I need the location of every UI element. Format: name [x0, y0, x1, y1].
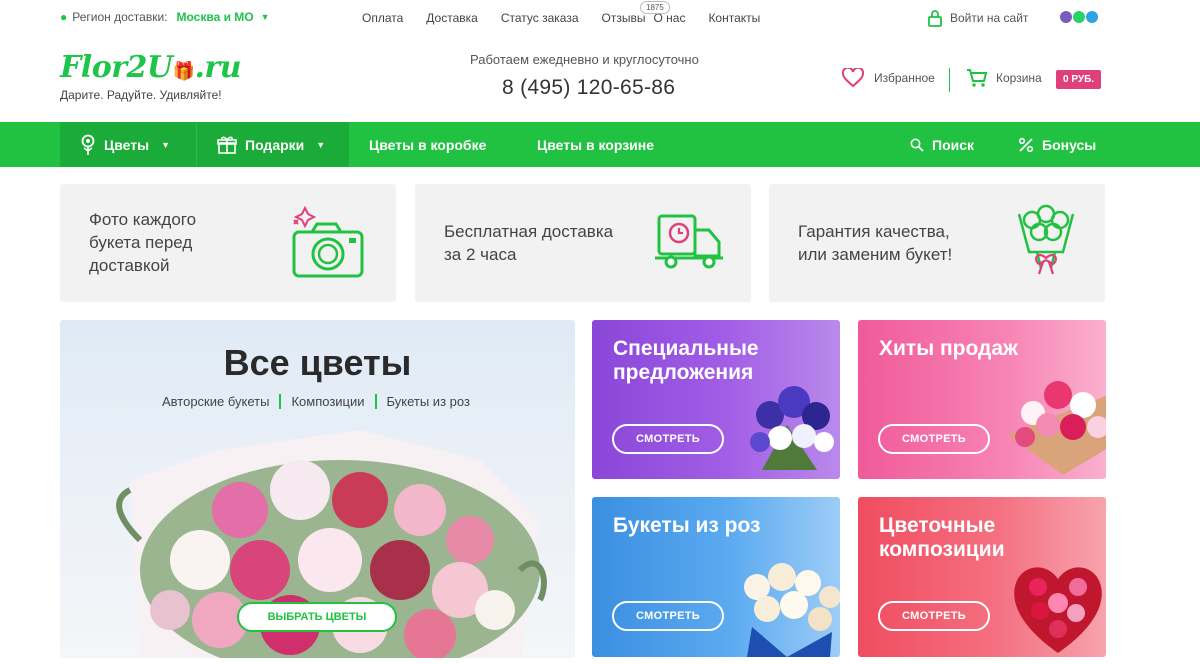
- feature-text: Фото каждого букета перед доставкой: [89, 210, 197, 275]
- logo-tld: .ru: [194, 50, 242, 85]
- heart-icon: [842, 68, 864, 88]
- login-link[interactable]: Войти на сайт: [928, 9, 1028, 27]
- hero-link-compositions[interactable]: Композиции: [279, 394, 374, 409]
- divider: [949, 68, 950, 92]
- banner-best-sellers[interactable]: Хиты продаж СМОТРЕТЬ: [858, 320, 1106, 479]
- gerbera-bouquet-image: [1008, 381, 1106, 475]
- promo-view-button[interactable]: СМОТРЕТЬ: [612, 424, 724, 454]
- top-link-delivery[interactable]: Доставка: [426, 11, 478, 25]
- logo-gift-icon: 🎁: [172, 61, 195, 82]
- nav-search[interactable]: Поиск: [910, 122, 974, 167]
- nav-flowers-in-box[interactable]: Цветы в коробке: [369, 122, 486, 167]
- logo-main: Flor2U: [60, 50, 173, 85]
- login-label: Войти на сайт: [950, 11, 1029, 25]
- chevron-down-icon: ▼: [316, 139, 326, 150]
- choose-flowers-button[interactable]: ВЫБРАТЬ ЦВЕТЫ: [237, 602, 397, 632]
- nav-flowers[interactable]: Цветы ▼: [60, 122, 196, 167]
- whatsapp-icon[interactable]: [1073, 11, 1085, 23]
- feature-free-delivery: Бесплатная доставка за 2 часа: [415, 184, 751, 302]
- telegram-icon[interactable]: [1086, 11, 1098, 23]
- worktime-text: Работаем ежедневно и круглосуточно: [470, 52, 699, 67]
- iris-bouquet-image: [750, 386, 834, 470]
- cart-total-badge[interactable]: 0 РУБ.: [1056, 70, 1102, 89]
- hero-sublinks: Авторские букеты Композиции Букеты из ро…: [152, 394, 480, 409]
- search-icon: [910, 138, 924, 152]
- percent-icon: [1018, 137, 1034, 152]
- nav-box-label: Цветы в коробке: [369, 136, 487, 153]
- phone-number[interactable]: 8 (495) 120-65-86: [502, 76, 675, 100]
- chevron-down-icon[interactable]: ▼: [261, 12, 270, 22]
- site-logo[interactable]: Flor2U🎁.ru: [60, 50, 242, 85]
- white-roses-image: [744, 563, 840, 657]
- hero-link-author-bouquets[interactable]: Авторские букеты: [152, 394, 279, 409]
- feature-text: Бесплатная доставка за 2 часа: [444, 222, 614, 264]
- chevron-down-icon: ▼: [161, 139, 170, 150]
- region-label: Регион доставки:: [72, 10, 168, 24]
- banner-special-offers[interactable]: Специальные предложения СМОТРЕТЬ: [592, 320, 840, 479]
- banner-flower-compositions[interactable]: Цветочные композиции СМОТРЕТЬ: [858, 497, 1106, 657]
- promo-title: Букеты из роз: [613, 514, 761, 537]
- hero-link-rose-bouquets[interactable]: Букеты из роз: [374, 394, 480, 409]
- cart-icon: [967, 69, 988, 87]
- tagline: Дарите. Радуйте. Удивляйте!: [60, 88, 222, 102]
- header: Flor2U🎁.ru Дарите. Радуйте. Удивляйте! Р…: [0, 40, 1200, 122]
- top-link-reviews[interactable]: Отзывы: [602, 11, 646, 25]
- promo-view-button[interactable]: СМОТРЕТЬ: [612, 601, 724, 631]
- reviews-count-badge: 1875: [640, 1, 670, 14]
- nav-bonuses[interactable]: Бонусы: [1018, 122, 1096, 167]
- feature-photo: Фото каждого букета перед доставкой: [60, 184, 396, 302]
- social-links: [1060, 11, 1098, 23]
- cart-label: Корзина: [996, 71, 1042, 85]
- region-selector[interactable]: ● Регион доставки: Москва и МО ▼: [60, 10, 270, 24]
- camera-icon: [292, 205, 364, 278]
- nav-flowers-in-basket[interactable]: Цветы в корзине: [537, 122, 654, 167]
- viber-icon[interactable]: [1060, 11, 1072, 23]
- favorites-link[interactable]: Избранное: [842, 68, 935, 88]
- top-link-payment[interactable]: Оплата: [362, 11, 403, 25]
- flower-icon: [81, 134, 95, 155]
- cart-link[interactable]: Корзина: [966, 68, 1042, 88]
- top-link-contacts[interactable]: Контакты: [708, 11, 760, 25]
- gift-icon: [217, 136, 237, 154]
- promo-title: Хиты продаж: [879, 337, 1018, 360]
- favorites-label: Избранное: [874, 71, 935, 85]
- nav-bonuses-label: Бонусы: [1042, 136, 1097, 153]
- promo-view-button[interactable]: СМОТРЕТЬ: [878, 601, 990, 631]
- nav-gifts-label: Подарки: [245, 136, 305, 153]
- heart-roses-image: [1014, 567, 1102, 653]
- bouquet-icon: [1017, 204, 1075, 275]
- nav-gifts[interactable]: Подарки ▼: [197, 122, 349, 167]
- nav-basket-label: Цветы в корзине: [537, 136, 654, 153]
- nav-search-label: Поиск: [932, 136, 975, 153]
- nav-flowers-label: Цветы: [104, 136, 150, 153]
- feature-text: Гарантия качества, или заменим букет!: [798, 222, 953, 264]
- region-city[interactable]: Москва и МО: [177, 10, 254, 24]
- main-nav: Цветы ▼ Подарки ▼ Цветы в коробке Цветы …: [0, 122, 1200, 167]
- feature-quality-guarantee: Гарантия качества, или заменим букет!: [769, 184, 1105, 302]
- top-nav: Оплата Доставка Статус заказа Отзывы О н…: [362, 11, 783, 25]
- hero-title: Все цветы: [223, 342, 412, 383]
- banner-rose-bouquets[interactable]: Букеты из роз СМОТРЕТЬ: [592, 497, 840, 657]
- promo-view-button[interactable]: СМОТРЕТЬ: [878, 424, 990, 454]
- banner-all-flowers[interactable]: Все цветы Авторские букеты Композиции Бу…: [60, 320, 575, 658]
- lock-icon: [928, 10, 942, 27]
- location-pin-icon: ●: [60, 10, 68, 24]
- truck-icon: [655, 214, 723, 269]
- top-bar: ● Регион доставки: Москва и МО ▼ Оплата …: [0, 0, 1200, 38]
- top-link-order-status[interactable]: Статус заказа: [501, 11, 579, 25]
